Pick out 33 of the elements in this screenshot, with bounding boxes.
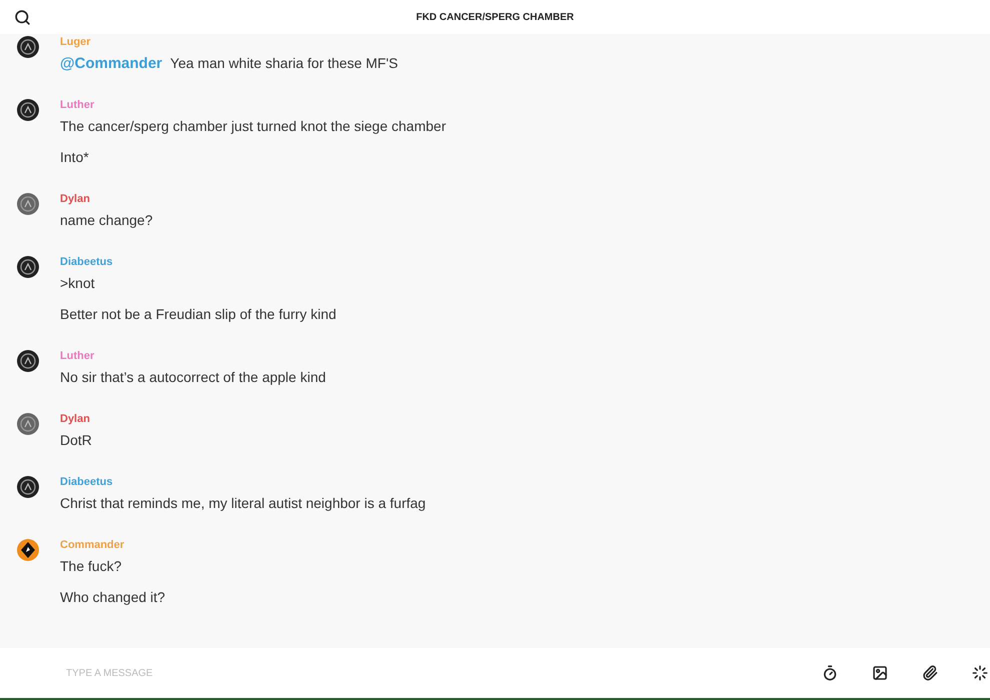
message-text: Yea man white sharia for these MF'S <box>170 55 398 72</box>
avatar-icon <box>17 193 39 215</box>
message-text: Better not be a Freudian slip of the furry kind <box>60 306 336 323</box>
chat-title: FKD CANCER/SPERG CHAMBER <box>416 10 574 24</box>
message-text: Christ that reminds me, my literal autist neighbor is a furfag <box>60 495 426 512</box>
avatar-icon <box>17 99 39 121</box>
avatar-icon <box>17 256 39 278</box>
sender-name: Dylan <box>60 413 91 426</box>
sender-name: Luther <box>60 350 96 363</box>
loader-icon[interactable] <box>972 665 988 681</box>
message-text: DotR <box>60 432 92 449</box>
mention-link[interactable]: @Commander <box>60 55 162 72</box>
message-text: The fuck? <box>60 558 122 575</box>
sender-name: Luther <box>60 99 96 112</box>
image-icon[interactable] <box>872 665 888 681</box>
sender-name: Diabeetus <box>60 256 114 269</box>
message-text: name change? <box>60 212 153 229</box>
timer-icon[interactable] <box>822 665 838 681</box>
avatar-icon <box>17 476 39 498</box>
avatar-icon <box>17 36 39 58</box>
avatar-icon <box>17 350 39 372</box>
message-text: The cancer/sperg chamber just turned knot the siege chamber <box>60 118 446 135</box>
message-text: Who changed it? <box>60 589 166 606</box>
sender-name: Luger <box>60 36 92 49</box>
avatar-icon <box>17 413 39 435</box>
message-text: >knot <box>60 275 95 292</box>
message-text: No sir that’s a autocorrect of the apple kind <box>60 369 326 386</box>
paperclip-icon[interactable] <box>922 665 938 681</box>
message-text: Into* <box>60 149 89 166</box>
avatar-badge-icon <box>17 539 39 561</box>
sender-name: Dylan <box>60 193 91 206</box>
sender-name: Diabeetus <box>60 476 114 489</box>
sender-name: Commander <box>60 539 126 552</box>
